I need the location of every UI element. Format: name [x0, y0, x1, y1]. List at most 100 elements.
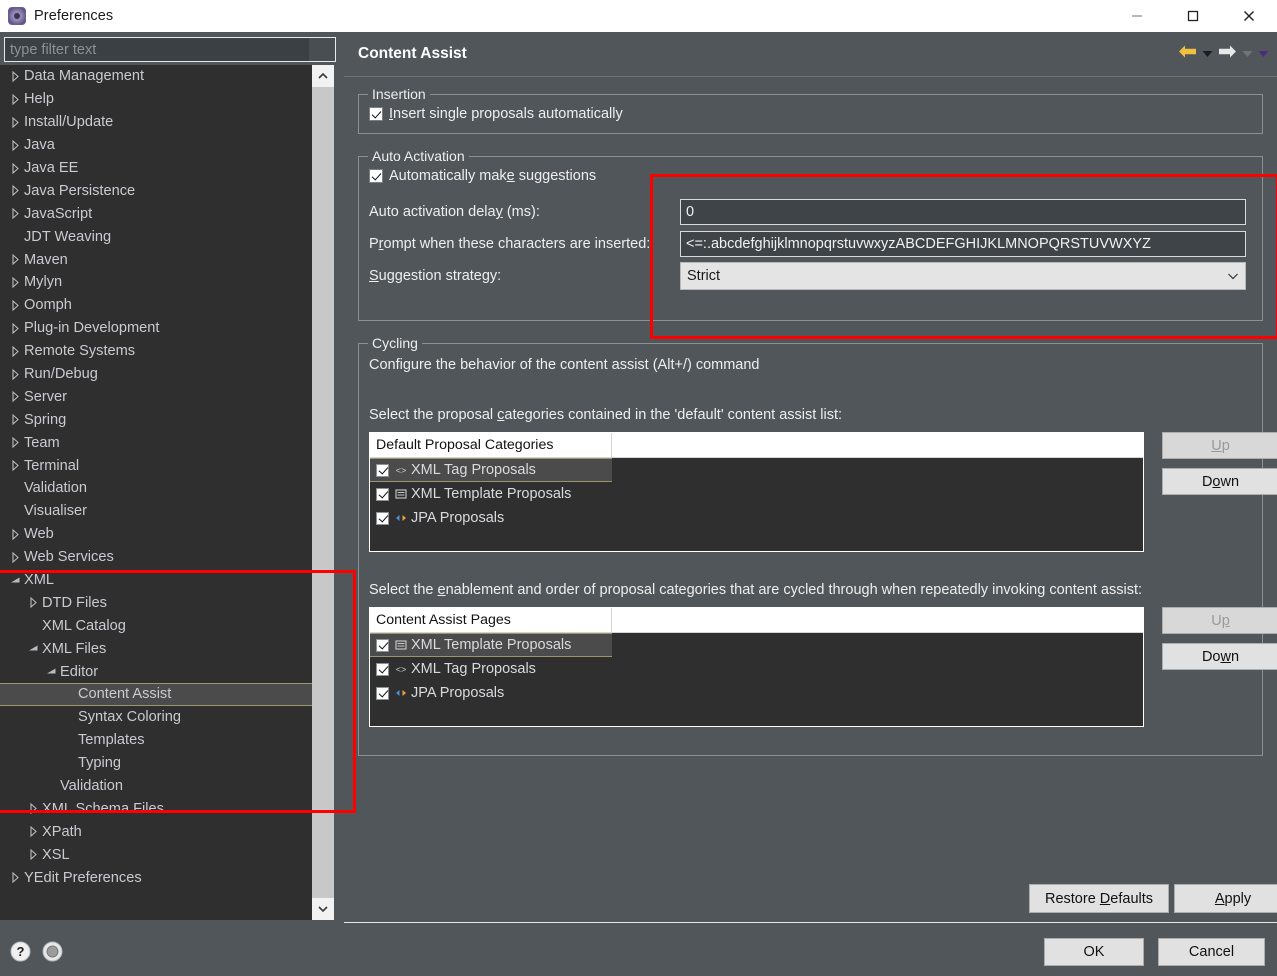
sidebar-item-web-services[interactable]: Web Services: [0, 546, 312, 569]
chevron-right-icon[interactable]: [8, 322, 22, 334]
sidebar-item-syntax-coloring[interactable]: Syntax Coloring: [0, 706, 312, 729]
forward-arrow-icon[interactable]: [1218, 44, 1237, 64]
sidebar-item-java-persistence[interactable]: Java Persistence: [0, 179, 312, 202]
proposal-enabled-checkbox[interactable]: [376, 686, 389, 700]
chevron-down-icon[interactable]: [44, 667, 58, 676]
sidebar-item-validation[interactable]: Validation: [0, 775, 312, 798]
pages-list-down-button[interactable]: Down: [1162, 643, 1277, 670]
chevron-down-icon[interactable]: [8, 576, 22, 585]
sidebar-item-dtd-files[interactable]: DTD Files: [0, 591, 312, 614]
sidebar-item-remote-systems[interactable]: Remote Systems: [0, 340, 312, 363]
chevron-right-icon[interactable]: [8, 139, 22, 151]
preferences-tree[interactable]: Data Management Help Install/Update Java Jav…: [0, 65, 312, 920]
chevron-right-icon[interactable]: [26, 803, 40, 815]
chevron-right-icon[interactable]: [8, 254, 22, 266]
sidebar-item-xml-files[interactable]: XML Files: [0, 637, 312, 660]
restore-defaults-button[interactable]: Restore Defaults: [1029, 884, 1169, 913]
proposal-enabled-checkbox[interactable]: [376, 662, 389, 676]
chevron-right-icon[interactable]: [8, 460, 22, 472]
sidebar-item-validation[interactable]: Validation: [0, 477, 312, 500]
chevron-down-icon[interactable]: [1227, 268, 1239, 284]
sidebar-item-typing[interactable]: Typing: [0, 752, 312, 775]
sidebar-item-terminal[interactable]: Terminal: [0, 454, 312, 477]
insert-single-proposals-row[interactable]: Insert single proposals automatically: [369, 106, 623, 122]
sidebar-item-jdt-weaving[interactable]: JDT Weaving: [0, 225, 312, 248]
default-proposal-categories-list[interactable]: Default Proposal Categories <> XML Tag Pr…: [369, 432, 1144, 552]
chevron-right-icon[interactable]: [8, 93, 22, 105]
sidebar-item-editor[interactable]: Editor: [0, 660, 312, 683]
back-dropdown-chevron-down-icon[interactable]: [1202, 45, 1213, 63]
filter-box[interactable]: [4, 37, 336, 62]
minimize-button[interactable]: [1109, 0, 1165, 32]
chevron-right-icon[interactable]: [8, 872, 22, 884]
sidebar-item-visualiser[interactable]: Visualiser: [0, 500, 312, 523]
sidebar-item-spring[interactable]: Spring: [0, 408, 312, 431]
forward-dropdown-chevron-down-icon[interactable]: [1242, 45, 1253, 63]
content-assist-pages-list[interactable]: Content Assist Pages XML Template Propos…: [369, 607, 1144, 727]
chevron-right-icon[interactable]: [26, 849, 40, 861]
list-item[interactable]: <> XML Tag Proposals: [370, 458, 612, 482]
sidebar-item-xml[interactable]: XML: [0, 569, 312, 592]
pages-list-up-button[interactable]: Up: [1162, 607, 1277, 634]
chevron-right-icon[interactable]: [8, 299, 22, 311]
chevron-right-icon[interactable]: [8, 185, 22, 197]
chevron-right-icon[interactable]: [8, 208, 22, 220]
list-item[interactable]: JPA Proposals: [370, 506, 1143, 530]
sidebar-item-xml-schema-files[interactable]: XML Schema Files: [0, 798, 312, 821]
scroll-down-arrow-icon[interactable]: [312, 898, 334, 920]
proposal-enabled-checkbox[interactable]: [376, 511, 389, 525]
proposal-enabled-checkbox[interactable]: [376, 487, 389, 501]
sidebar-item-content-assist[interactable]: Content Assist: [0, 683, 312, 706]
sidebar-item-java-ee[interactable]: Java EE: [0, 157, 312, 180]
sidebar-item-templates[interactable]: Templates: [0, 729, 312, 752]
chevron-right-icon[interactable]: [8, 368, 22, 380]
apply-button[interactable]: Apply: [1174, 884, 1277, 913]
auto-suggest-row[interactable]: Automatically make suggestions: [369, 168, 596, 184]
chevron-right-icon[interactable]: [8, 437, 22, 449]
scrollbar-thumb[interactable]: [312, 87, 334, 898]
close-button[interactable]: [1221, 0, 1277, 32]
default-list-up-button[interactable]: Up: [1162, 432, 1277, 459]
chevron-right-icon[interactable]: [8, 116, 22, 128]
tree-scrollbar[interactable]: [312, 65, 334, 920]
list-item[interactable]: XML Template Proposals: [370, 633, 612, 657]
sidebar-item-xml-catalog[interactable]: XML Catalog: [0, 614, 312, 637]
insert-single-proposals-checkbox[interactable]: [369, 107, 383, 121]
sidebar-item-web[interactable]: Web: [0, 523, 312, 546]
filter-clear-button[interactable]: [309, 38, 335, 61]
help-question-icon[interactable]: ?: [10, 941, 31, 962]
scroll-up-arrow-icon[interactable]: [312, 65, 334, 87]
cancel-button[interactable]: Cancel: [1158, 938, 1265, 966]
sidebar-item-javascript[interactable]: JavaScript: [0, 202, 312, 225]
auto-suggest-checkbox[interactable]: [369, 169, 383, 183]
chevron-right-icon[interactable]: [26, 597, 40, 609]
proposal-enabled-checkbox[interactable]: [376, 638, 389, 652]
suggestion-strategy-select[interactable]: Strict: [680, 262, 1246, 290]
chevron-right-icon[interactable]: [8, 70, 22, 82]
chevron-right-icon[interactable]: [8, 414, 22, 426]
chevron-right-icon[interactable]: [8, 276, 22, 288]
back-arrow-icon[interactable]: [1178, 44, 1197, 64]
ok-button[interactable]: OK: [1044, 938, 1144, 966]
chevron-right-icon[interactable]: [8, 345, 22, 357]
chevron-right-icon[interactable]: [26, 826, 40, 838]
chevron-down-icon[interactable]: [26, 644, 40, 653]
proposal-enabled-checkbox[interactable]: [376, 463, 389, 477]
sidebar-item-mylyn[interactable]: Mylyn: [0, 271, 312, 294]
auto-activation-delay-input[interactable]: [680, 199, 1246, 225]
sidebar-item-java[interactable]: Java: [0, 134, 312, 157]
chevron-right-icon[interactable]: [8, 551, 22, 563]
sidebar-item-plug-in-development[interactable]: Plug-in Development: [0, 317, 312, 340]
chevron-right-icon[interactable]: [8, 162, 22, 174]
chevron-right-icon[interactable]: [8, 528, 22, 540]
settings-icon[interactable]: [42, 941, 63, 962]
default-list-down-button[interactable]: Down: [1162, 468, 1277, 495]
chevron-right-icon[interactable]: [8, 391, 22, 403]
sidebar-item-xpath[interactable]: XPath: [0, 820, 312, 843]
sidebar-item-maven[interactable]: Maven: [0, 248, 312, 271]
prompt-characters-input[interactable]: [680, 231, 1246, 257]
sidebar-item-help[interactable]: Help: [0, 88, 312, 111]
list-item[interactable]: <> XML Tag Proposals: [370, 657, 1143, 681]
more-menu-chevron-down-icon[interactable]: [1258, 45, 1269, 63]
maximize-button[interactable]: [1165, 0, 1221, 32]
